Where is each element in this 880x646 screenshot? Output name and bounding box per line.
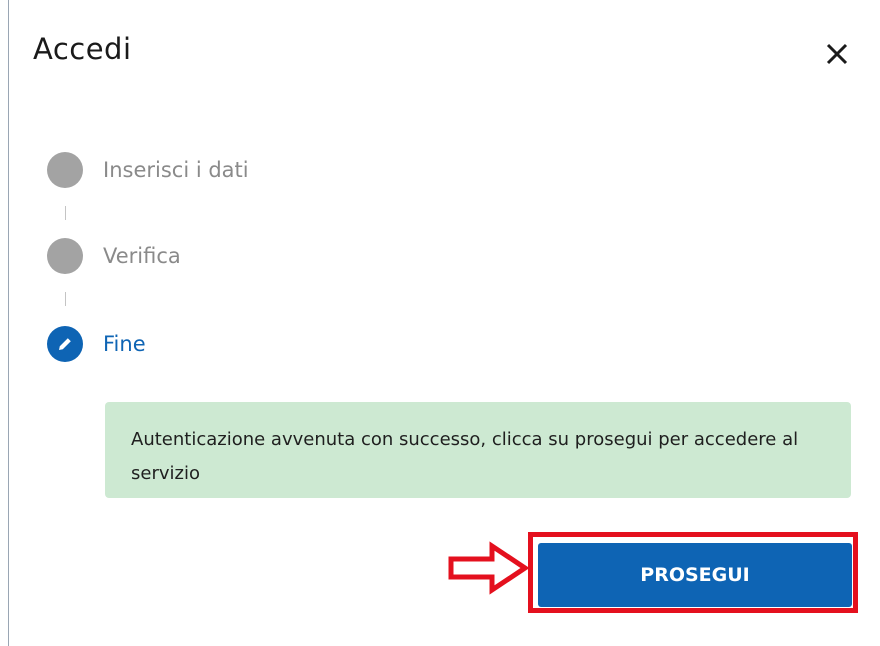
step-indicator-completed (47, 152, 83, 188)
close-icon (826, 43, 848, 65)
login-dialog: Accedi Inserisci i dati Verifica Fine Au… (9, 0, 880, 646)
step-indicator-active (47, 326, 83, 362)
step-indicator-completed (47, 238, 83, 274)
step-label: Fine (103, 332, 146, 356)
step-connector (65, 292, 66, 306)
step-connector (65, 206, 66, 220)
step-verifica: Verifica (47, 236, 181, 276)
step-label: Verifica (103, 244, 181, 268)
pencil-icon (59, 338, 71, 350)
step-inserisci-dati: Inserisci i dati (47, 150, 249, 190)
close-button[interactable] (817, 34, 857, 74)
right-arrow-icon (448, 541, 530, 595)
step-fine: Fine (47, 324, 146, 364)
prosegui-button[interactable]: PROSEGUI (538, 543, 852, 607)
success-message: Autenticazione avvenuta con successo, cl… (131, 429, 799, 484)
step-label: Inserisci i dati (103, 158, 249, 182)
dialog-title: Accedi (33, 32, 132, 66)
success-alert: Autenticazione avvenuta con successo, cl… (105, 402, 851, 498)
